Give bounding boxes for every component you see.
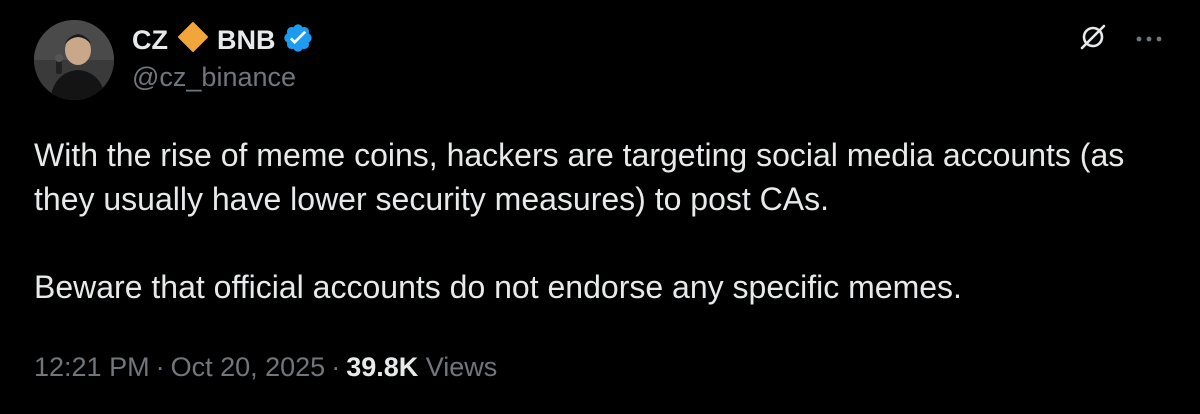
author-name-suffix[interactable]: BNB <box>217 25 276 56</box>
views-label[interactable]: Views <box>426 352 498 382</box>
tweet-card: CZ BNB @cz_binance With the rise of meme… <box>0 0 1200 414</box>
tweet-date[interactable]: Oct 20, 2025 <box>171 352 326 382</box>
author-handle[interactable]: @cz_binance <box>132 62 314 93</box>
tweet-header: CZ BNB @cz_binance <box>132 21 314 102</box>
tweet-meta: 12:21 PM · Oct 20, 2025 · 39.8K Views <box>34 352 497 383</box>
tweet-paragraph: Beware that official accounts do not end… <box>34 269 962 305</box>
tweet-paragraph: With the rise of meme coins, hackers are… <box>34 137 1125 217</box>
meta-separator: · <box>155 352 165 382</box>
grok-icon[interactable] <box>1078 22 1108 57</box>
meta-separator: · <box>331 352 341 382</box>
tweet-text: With the rise of meme coins, hackers are… <box>34 133 1154 309</box>
profile-photo-icon <box>34 20 114 100</box>
author-name[interactable]: CZ <box>132 25 168 56</box>
tweet-top-actions <box>1078 22 1162 57</box>
verified-badge-icon[interactable] <box>282 22 314 61</box>
more-icon[interactable] <box>1136 31 1162 49</box>
tweet-time[interactable]: 12:21 PM <box>34 352 150 382</box>
diamond-icon <box>177 21 209 60</box>
author-name-row[interactable]: CZ BNB <box>132 21 314 61</box>
views-count[interactable]: 39.8K <box>346 352 418 382</box>
avatar[interactable] <box>34 20 114 100</box>
